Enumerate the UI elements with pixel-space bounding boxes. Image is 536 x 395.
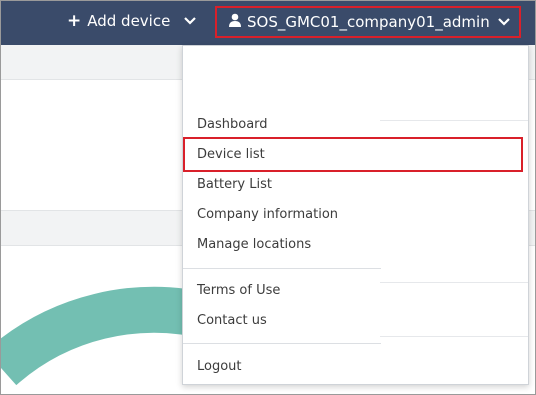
divider bbox=[380, 282, 528, 283]
menu-item-terms-of-use[interactable]: Terms of Use bbox=[197, 280, 280, 302]
user-menu-button[interactable]: SOS_GMC01_company01_admin bbox=[215, 6, 521, 38]
add-device-label: Add device bbox=[87, 12, 171, 30]
menu-item-company-information[interactable]: Company information bbox=[197, 204, 338, 226]
divider bbox=[380, 120, 528, 121]
divider bbox=[380, 336, 528, 337]
menu-item-contact-us[interactable]: Contact us bbox=[197, 310, 267, 332]
menu-item-dashboard[interactable]: Dashboard bbox=[197, 114, 268, 136]
menu-item-battery-list[interactable]: Battery List bbox=[197, 174, 272, 196]
app-window: + Add device SOS_GMC01_company01_admin D… bbox=[0, 0, 536, 395]
add-device-button[interactable]: + Add device bbox=[67, 10, 197, 32]
top-navbar: + Add device SOS_GMC01_company01_admin bbox=[1, 1, 535, 45]
user-dropdown-menu: Dashboard Device list Battery List Compa… bbox=[182, 45, 529, 385]
menu-item-manage-locations[interactable]: Manage locations bbox=[197, 234, 311, 256]
chevron-down-icon bbox=[184, 17, 197, 25]
chevron-down-icon bbox=[497, 18, 510, 26]
menu-item-device-list[interactable]: Device list bbox=[197, 144, 265, 166]
divider bbox=[183, 343, 381, 344]
menu-item-logout[interactable]: Logout bbox=[197, 356, 242, 378]
plus-icon: + bbox=[67, 10, 82, 31]
user-name-label: SOS_GMC01_company01_admin bbox=[247, 13, 490, 31]
divider bbox=[183, 268, 381, 269]
user-icon bbox=[229, 13, 241, 31]
